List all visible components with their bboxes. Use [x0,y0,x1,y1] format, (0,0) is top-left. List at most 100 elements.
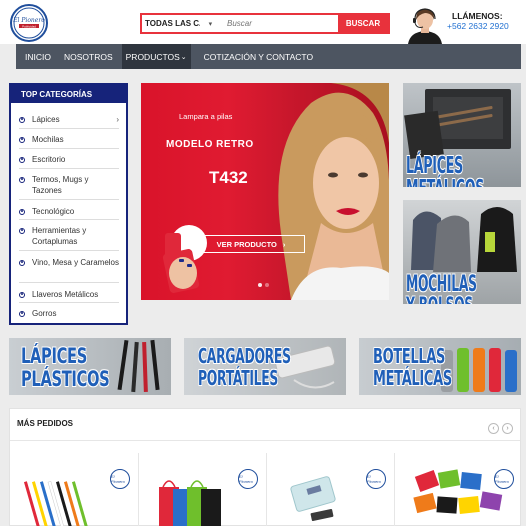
category-sidebar: TOP CATEGORÍAS Lápices › Mochilas Escrit… [9,83,128,325]
bullet-icon [19,291,25,298]
brand-stamp-text: El Pionero [239,474,253,484]
nav-item-nosotros[interactable]: NOSOTROS [64,44,113,69]
category-tile-lapices-plasticos[interactable]: LÁPICES PLÁSTICOS [9,338,171,395]
view-product-label: VER PRODUCTO [216,239,277,249]
search-category-select[interactable]: TODAS LAS CAT [142,19,200,28]
sidebar-item-label: Tecnológico [32,207,75,216]
tile-label: MOCHILAS Y BOLSOS [406,272,477,305]
sidebar-item-label: Vino, Mesa y Caramelos [32,258,119,267]
nav-item-cotizacion[interactable]: COTIZACIÓN Y CONTACTO [204,44,313,69]
product-card[interactable]: El Pionero [10,453,134,526]
site-logo[interactable]: El Pionero Publicidad [10,4,48,42]
product-image [290,476,336,522]
tile-label-line1: BOTELLAS [373,344,446,368]
main-nav: INICIO NOSOTROS PRODUCTOS ⌄ COTIZACIÓN Y… [16,44,521,69]
product-image [23,480,89,526]
carousel-dot-active[interactable] [258,283,262,287]
sidebar-item-label: Llaveros Metálicos [32,290,99,299]
hero-banner[interactable]: Lampara a pilas MODELO RETRO T432 VER PR… [141,83,389,300]
sidebar-item-label: Lápices [32,115,60,124]
chevron-down-icon: ⌄ [180,53,187,61]
brand-stamp-text: El Pionero [367,474,381,484]
product-card[interactable]: El Pionero [138,453,262,526]
search-bar: TODAS LAS CAT ▾ BUSCAR [140,13,390,34]
bullet-icon [19,227,25,234]
category-tile-cargadores[interactable]: CARGADORES PORTÁTILES [184,338,346,395]
nav-item-productos[interactable]: PRODUCTOS ⌄ [121,44,191,69]
sidebar-item-gorros[interactable]: Gorros [19,308,119,319]
sidebar-item-label: Gorros [32,309,57,318]
tile-label: LÁPICES METÁLICOS [406,153,484,188]
carousel-dots [258,283,269,287]
section-title: MÁS PEDIDOS [17,419,74,428]
product-card[interactable]: El Pionero [394,453,518,526]
sidebar-item-label: Mochilas [32,135,64,144]
banner-subtitle: Lampara a pilas [179,112,233,121]
tile-label-line1: CARGADORES [198,344,291,368]
bullet-icon [19,156,25,163]
chevron-right-icon: › [282,239,286,249]
nav-item-inicio[interactable]: INICIO [25,44,51,69]
phone-agent-icon [408,8,442,44]
divider [19,168,119,169]
most-ordered-section: MÁS PEDIDOS ‹ › El Pionero El Pionero El… [9,408,521,526]
bullet-icon [19,208,25,215]
divider [10,440,520,441]
sidebar-item-mochilas[interactable]: Mochilas [19,134,119,145]
banner-model: T432 [209,168,248,187]
brand-stamp: El Pionero [238,469,258,489]
view-product-button[interactable]: VER PRODUCTO › [197,235,305,253]
sidebar-item-llaveros[interactable]: Llaveros Metálicos [19,289,119,300]
sidebar-item-termos[interactable]: Termos, Mugs y Tazones [19,174,119,196]
chevron-down-icon[interactable]: ▾ [200,20,221,28]
brand-stamp: El Pionero [366,469,386,489]
divider [19,250,119,251]
category-tile-mochilas[interactable]: MOCHILAS Y BOLSOS [403,200,521,304]
svg-text:El Pionero: El Pionero [12,17,45,24]
carousel-dot[interactable] [265,283,269,287]
bullet-icon [19,259,25,266]
header: El Pionero Publicidad TODAS LAS CAT ▾ BU… [0,0,526,44]
chevron-right-icon[interactable]: › [502,423,513,434]
brand-stamp: El Pionero [494,469,514,489]
tile-label-line1: LÁPICES [21,344,87,368]
banner-heading: MODELO RETRO [166,139,254,150]
brand-stamp-text: El Pionero [111,474,125,484]
chevron-left-icon[interactable]: ‹ [488,423,499,434]
divider [19,302,119,303]
divider [19,282,119,283]
bullet-icon [19,116,25,123]
nav-item-productos-label: PRODUCTOS [125,51,180,62]
product-image [159,480,221,526]
category-tile-lapices-metalicos[interactable]: LÁPICES METÁLICOS [403,83,521,187]
sidebar-item-label: Herramientas y Cortaplumas [32,226,87,246]
tile-label-line2: PORTÁTILES [198,366,279,390]
sidebar-item-lapices[interactable]: Lápices › [19,114,119,125]
product-card[interactable]: El Pionero [266,453,390,526]
sidebar-item-tecnologico[interactable]: Tecnológico [19,206,119,217]
tile-label-line2: PLÁSTICOS [21,367,110,391]
bullet-icon [19,310,25,317]
brand-stamp-text: El Pionero [495,474,509,484]
contact-title: LLÁMENOS: [452,11,503,21]
divider [19,148,119,149]
sidebar-item-herramientas[interactable]: Herramientas y Cortaplumas [19,225,119,247]
sidebar-item-vino[interactable]: Vino, Mesa y Caramelos [19,257,119,268]
logo-mark: El Pionero Publicidad [12,7,45,39]
brand-stamp: El Pionero [110,469,130,489]
category-tile-botellas[interactable]: BOTELLAS METÁLICAS [359,338,521,395]
chevron-right-icon: › [116,115,119,124]
bullet-icon [19,136,25,143]
sidebar-item-label: Escritorio [32,155,66,164]
divider [19,128,119,129]
sidebar-item-label: Termos, Mugs y Tazones [32,175,89,195]
search-button[interactable]: BUSCAR [337,15,388,32]
search-input[interactable] [220,15,338,32]
sidebar-item-escritorio[interactable]: Escritorio [19,154,119,165]
svg-text:Publicidad: Publicidad [22,24,36,28]
tile-label-line2: METÁLICAS [373,366,452,390]
contact-phone[interactable]: +562 2632 2920 [447,21,509,31]
carousel-arrows: ‹ › [488,423,513,434]
bullet-icon [19,176,25,183]
product-image [413,469,503,515]
